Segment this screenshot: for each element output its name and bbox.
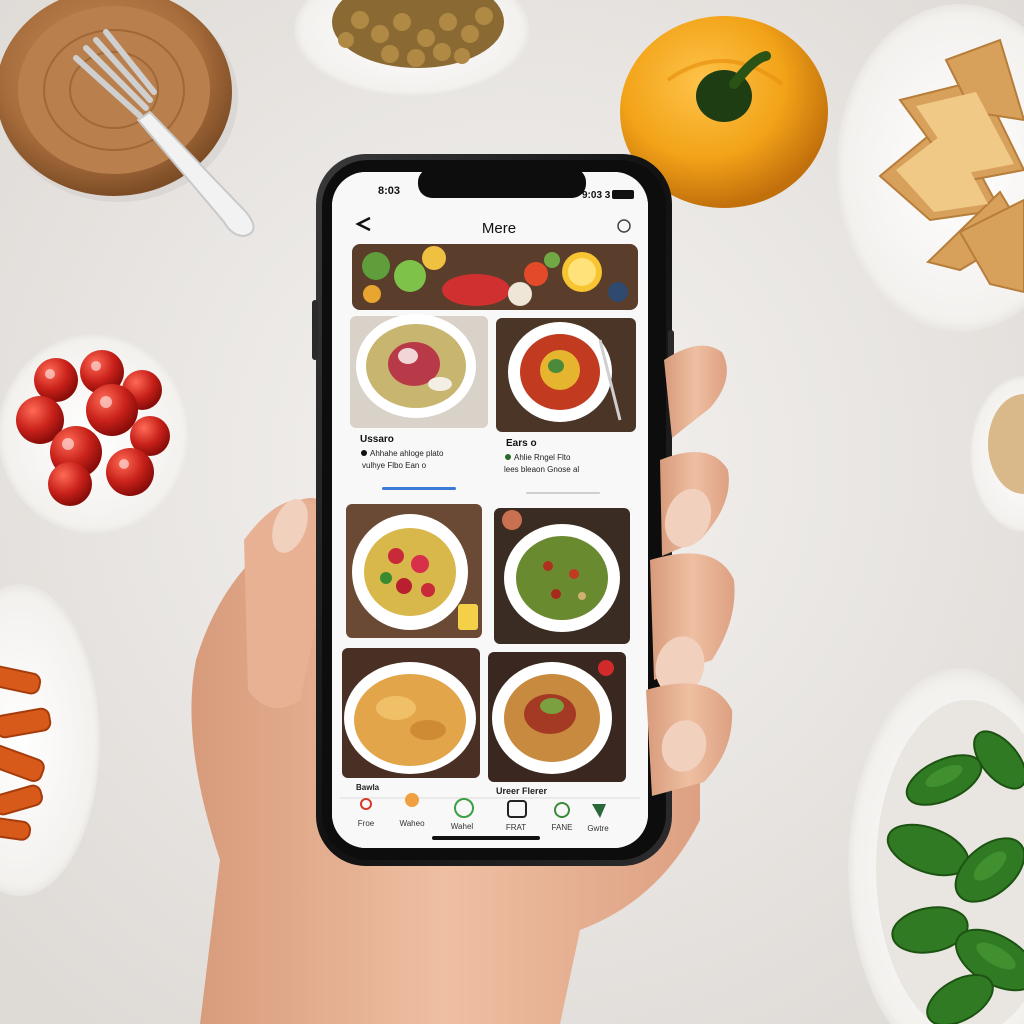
status-time: 8:03 (378, 185, 400, 197)
dish-card-5[interactable] (342, 648, 480, 778)
tab-6-label: Gwtre (587, 824, 609, 833)
tomato-bowl (0, 334, 190, 534)
card-2-divider (526, 492, 600, 494)
dish-card-1[interactable] (350, 314, 488, 428)
dish-card-2[interactable] (496, 318, 636, 432)
home-indicator[interactable] (432, 836, 540, 840)
card-1-line1: Ahhahe ahloge plato (370, 449, 444, 458)
card-1-progress (382, 487, 456, 490)
section-label-right: Ureer Flerer (496, 786, 548, 796)
hero-banner[interactable] (352, 244, 638, 310)
tab-3-label: Wahel (451, 822, 474, 831)
card-1-title: Ussaro (360, 434, 394, 445)
page-title: Mere (482, 220, 516, 237)
section-label-left: Bawla (356, 783, 380, 792)
card-1-line2: vulhye Flbo Ean o (362, 461, 427, 470)
phone-screen: 8:03 9:03 3 Mere Ussaro Ahhahe ahloge pl… (332, 172, 648, 848)
card-2-line1: Ahlie Rngel Flto (514, 453, 571, 462)
food-icon (405, 793, 419, 807)
tab-4-label: FRAT (506, 823, 526, 832)
tab-5-label: FANE (552, 823, 573, 832)
food-table-scene: 8:03 9:03 3 Mere Ussaro Ahhahe ahloge pl… (0, 0, 1024, 1024)
dish-card-6[interactable] (488, 652, 626, 782)
card-2-line2: lees bleaon Gnose al (504, 465, 579, 474)
battery-icon (612, 190, 634, 199)
tab-1-label: Froe (358, 819, 375, 828)
card-2-title: Ears o (506, 438, 537, 449)
dish-card-3[interactable] (346, 504, 482, 638)
card-2-dot (505, 454, 511, 460)
notch (418, 172, 586, 198)
status-right: 9:03 3 (582, 190, 611, 201)
dish-card-4[interactable] (494, 508, 630, 644)
tab-2-label: Waheo (399, 819, 425, 828)
card-1-dot (361, 450, 367, 456)
